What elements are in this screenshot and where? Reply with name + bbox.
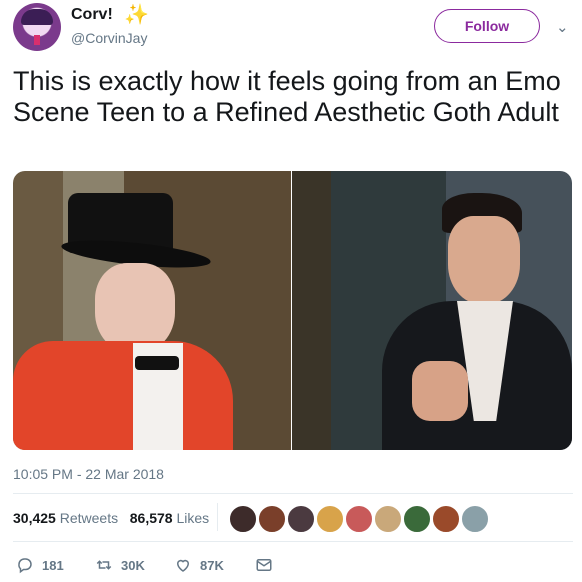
follow-button[interactable]: Follow (434, 9, 540, 43)
likes-label[interactable]: Likes (176, 510, 209, 526)
hand-shape (412, 361, 468, 421)
like-button[interactable]: 87K (174, 556, 224, 574)
heart-icon (176, 559, 190, 572)
tweet-media[interactable] (13, 171, 572, 450)
retweets-count[interactable]: 30,425 (13, 510, 56, 526)
reply-count: 181 (42, 557, 64, 573)
tweet-timestamp[interactable]: 10:05 PM - 22 Mar 2018 (13, 466, 164, 482)
author-name[interactable]: Corv! (71, 6, 113, 24)
face-shape (95, 263, 175, 353)
red-jacket-shape (13, 341, 233, 450)
reply-button[interactable]: 181 (16, 556, 64, 574)
liker-avatar[interactable] (374, 505, 402, 533)
liker-avatar[interactable] (229, 505, 257, 533)
author-handle[interactable]: @CorvinJay (71, 30, 147, 46)
likes-count[interactable]: 86,578 (130, 510, 173, 526)
retweet-icon (96, 560, 112, 570)
like-count: 87K (200, 557, 224, 573)
photo-emo-scene-teen[interactable] (13, 171, 291, 450)
divider-bottom (13, 541, 573, 542)
liker-avatar[interactable] (345, 505, 373, 533)
liker-avatar[interactable] (316, 505, 344, 533)
avatar-hair (21, 9, 53, 25)
sparkle-emoji: ✨ (124, 4, 149, 26)
liker-avatar[interactable] (403, 505, 431, 533)
liker-avatar[interactable] (287, 505, 315, 533)
face-shape-right (448, 216, 520, 304)
tweet-text: This is exactly how it feels going from … (13, 66, 561, 127)
divider-top (13, 493, 573, 494)
reply-icon (18, 558, 32, 574)
retweet-button[interactable]: 30K (95, 556, 145, 574)
bow-tie-shape (135, 356, 179, 370)
direct-message-button[interactable] (255, 556, 273, 574)
avatar-tie (34, 35, 40, 45)
liker-avatar[interactable] (461, 505, 489, 533)
retweet-count: 30K (121, 557, 145, 573)
liker-avatar[interactable] (258, 505, 286, 533)
envelope-icon (256, 559, 272, 571)
retweets-label[interactable]: Retweets (60, 510, 118, 526)
chevron-down-icon[interactable]: ⌄ (556, 18, 569, 36)
liker-avatar[interactable] (432, 505, 460, 533)
counts-divider (217, 503, 218, 531)
author-avatar[interactable] (13, 3, 61, 51)
engagement-counts: 30,425 Retweets 86,578 Likes (13, 510, 209, 526)
photo-refined-goth-adult[interactable] (292, 171, 572, 450)
